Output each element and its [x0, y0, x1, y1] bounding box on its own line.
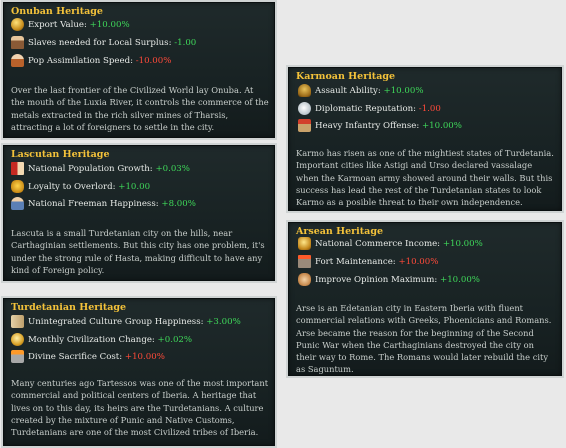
modifier-value: +8.00% — [161, 198, 196, 209]
panel-description: Over the last frontier of the Civilized … — [11, 85, 269, 132]
modifier-commerce-income: National Commerce Income: +10.00% — [298, 236, 483, 251]
panel-title: Turdetanian Heritage — [11, 302, 127, 313]
karmoan-heritage-panel: Karmoan Heritage Assault Ability: +10.00… — [286, 65, 564, 213]
diplomacy-dove-icon — [298, 102, 311, 115]
culture-scroll-icon — [11, 315, 24, 328]
modifier-label: Divine Sacrifice Cost: — [28, 351, 123, 362]
modifier-label: National Population Growth: — [28, 163, 153, 174]
modifier-value: -1.00 — [418, 103, 441, 114]
modifier-slaves-needed: Slaves needed for Local Surplus: -1.00 — [11, 35, 196, 50]
panel-description: Many centuries ago Tartessos was one of … — [11, 378, 269, 438]
modifier-value: +10.00% — [383, 85, 424, 96]
modifier-label: Loyalty to Overlord: — [28, 181, 116, 192]
modifier-value: -10.00% — [135, 55, 172, 66]
fort-icon — [298, 255, 311, 268]
modifier-culture-happiness: Unintegrated Culture Group Happiness: +3… — [11, 314, 241, 329]
modifier-label: Slaves needed for Local Surplus: — [28, 37, 172, 48]
modifier-loyalty-overlord: Loyalty to Overlord: +10.00 — [11, 179, 150, 194]
panel-description: Arse is an Edetanian city in Eastern Ibe… — [296, 303, 552, 375]
arsean-heritage-panel: Arsean Heritage National Commerce Income… — [286, 220, 564, 378]
modifier-population-growth: National Population Growth: +0.03% — [11, 161, 190, 176]
modifier-value: +0.03% — [155, 163, 190, 174]
modifier-value: +10.00% — [440, 274, 480, 285]
modifier-label: Diplomatic Reputation: — [315, 103, 417, 114]
modifier-label: National Commerce Income: — [315, 238, 441, 249]
modifier-value: +10.00% — [89, 19, 130, 30]
modifier-value: +10.00% — [124, 351, 165, 362]
modifier-label: Improve Opinion Maximum: — [315, 274, 438, 285]
handshake-icon — [298, 273, 311, 286]
modifier-label: National Freeman Happiness: — [28, 198, 159, 209]
modifier-label: Fort Maintenance: — [315, 256, 396, 267]
panel-title: Lascutan Heritage — [11, 149, 110, 160]
modifier-heavy-infantry-offense: Heavy Infantry Offense: +10.00% — [298, 118, 462, 133]
modifier-export-value: Export Value: +10.00% — [11, 17, 130, 32]
panel-title: Karmoan Heritage — [296, 71, 396, 82]
modifier-label: Monthly Civilization Change: — [28, 334, 155, 345]
population-icon — [11, 54, 24, 67]
modifier-label: Export Value: — [28, 19, 87, 30]
panel-title: Onuban Heritage — [11, 6, 103, 17]
modifier-value: +10.00% — [421, 120, 462, 131]
modifier-value: +10.00 — [118, 181, 151, 192]
modifier-diplomatic-reputation: Diplomatic Reputation: -1.00 — [298, 101, 441, 116]
onuban-heritage-panel: Onuban Heritage Export Value: +10.00% Sl… — [1, 0, 277, 140]
modifier-value: +3.00% — [206, 316, 241, 327]
population-growth-icon — [11, 162, 24, 175]
loyalty-fist-icon — [11, 180, 24, 193]
helmet-icon — [298, 84, 311, 97]
freemen-icon — [11, 197, 24, 210]
modifier-label: Assault Ability: — [315, 85, 381, 96]
modifier-assault-ability: Assault Ability: +10.00% — [298, 83, 423, 98]
modifier-value: -1.00 — [174, 37, 197, 48]
modifier-freeman-happiness: National Freeman Happiness: +8.00% — [11, 196, 196, 211]
modifier-label: Pop Assimilation Speed: — [28, 55, 133, 66]
gold-coins-icon — [11, 18, 24, 31]
modifier-civilization-change: Monthly Civilization Change: +0.02% — [11, 332, 192, 347]
spear-icon — [298, 119, 311, 132]
commerce-coins-icon — [298, 237, 311, 250]
modifier-value: +10.00% — [398, 256, 439, 267]
modifier-improve-opinion: Improve Opinion Maximum: +10.00% — [298, 272, 480, 287]
turdetanian-heritage-panel: Turdetanian Heritage Unintegrated Cultur… — [1, 296, 277, 448]
modifier-value: +0.02% — [157, 334, 193, 345]
civilization-coin-icon — [11, 333, 24, 346]
modifier-fort-maintenance: Fort Maintenance: +10.00% — [298, 254, 438, 269]
altar-icon — [11, 350, 24, 363]
modifier-divine-sacrifice: Divine Sacrifice Cost: +10.00% — [11, 349, 165, 364]
panel-description: Karmo has risen as one of the mightiest … — [296, 148, 554, 208]
modifier-value: +10.00% — [442, 238, 483, 249]
modifier-label: Unintegrated Culture Group Happiness: — [28, 316, 204, 327]
modifier-pop-assimilation: Pop Assimilation Speed: -10.00% — [11, 53, 171, 68]
modifier-label: Heavy Infantry Offense: — [315, 120, 420, 131]
lascutan-heritage-panel: Lascutan Heritage National Population Gr… — [1, 143, 277, 283]
panel-description: Lascuta is a small Turdetanian city on t… — [11, 228, 265, 275]
slave-icon — [11, 36, 24, 49]
